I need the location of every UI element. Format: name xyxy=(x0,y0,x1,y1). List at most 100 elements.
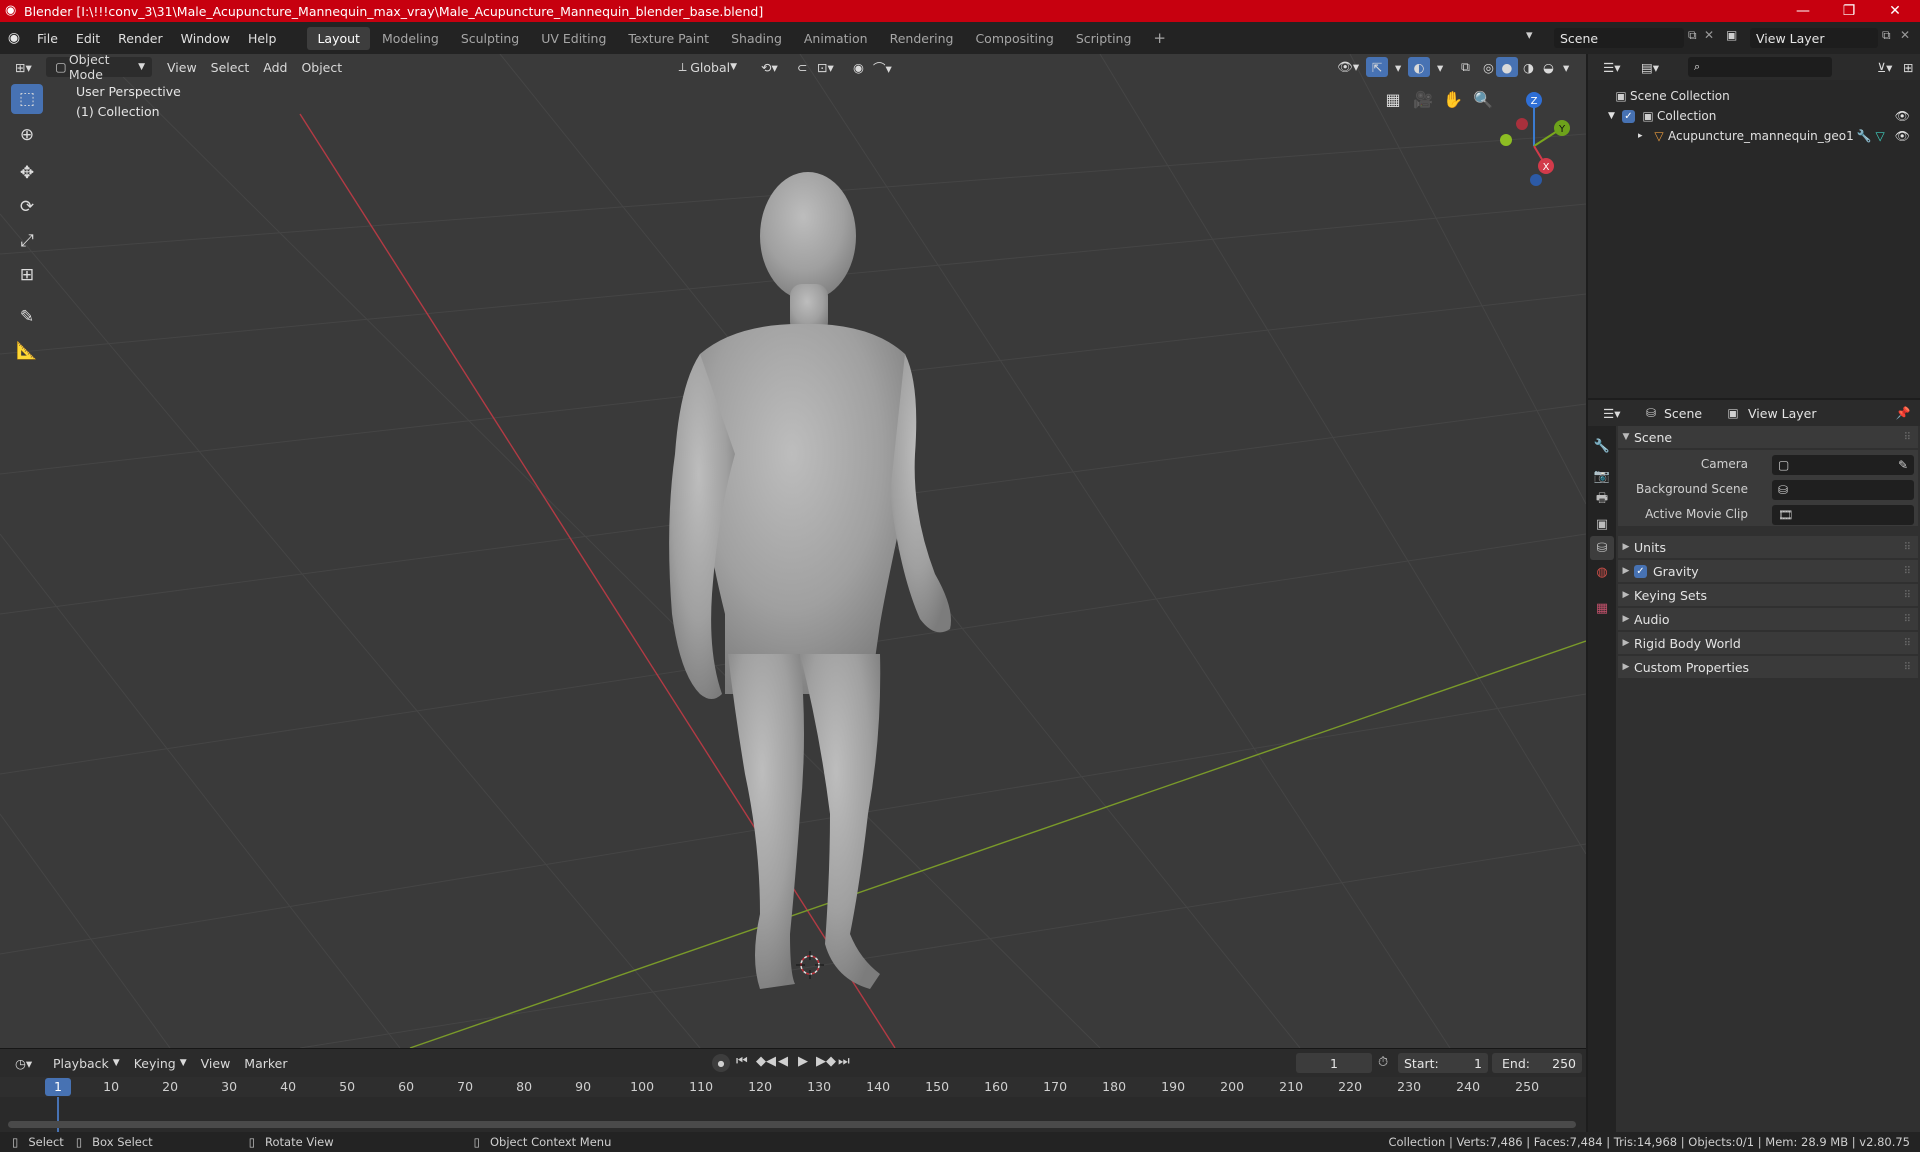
pin-icon[interactable]: 📌 xyxy=(1894,404,1912,422)
current-frame-field[interactable]: 1 xyxy=(1296,1053,1372,1073)
render-tab-icon[interactable]: 📷 xyxy=(1590,464,1614,488)
scene-field[interactable]: Scene xyxy=(1554,28,1684,48)
drag-handle-icon[interactable]: ⠿ xyxy=(1904,638,1912,649)
timeline-menu-keying[interactable]: Keying ▼ xyxy=(127,1053,194,1073)
timeline-menu-marker[interactable]: Marker xyxy=(237,1053,294,1073)
outliner-row-object[interactable]: ▸ ▽ Acupuncture_mannequin_geo1 🔧 ▽ 👁 xyxy=(1588,126,1920,146)
texture-tab-icon[interactable]: ▦ xyxy=(1590,596,1614,620)
breadcrumb-scene[interactable]: Scene xyxy=(1664,406,1702,421)
menu-window[interactable]: Window xyxy=(172,31,239,46)
tab-layout[interactable]: Layout xyxy=(307,26,370,50)
axis-navigation-gizmo[interactable]: Z Y X xyxy=(1490,84,1586,194)
tab-shading[interactable]: Shading xyxy=(721,27,792,50)
gizmo-toggle-icon[interactable]: ⇱ xyxy=(1366,57,1388,77)
modifier-icon[interactable]: 🔧 xyxy=(1857,129,1872,143)
record-button[interactable]: ● xyxy=(712,1054,730,1072)
end-frame-field[interactable]: End: 250 xyxy=(1492,1053,1582,1073)
select-tool-icon[interactable]: ⬚ xyxy=(11,84,43,114)
proportional-falloff-icon[interactable]: ⌒▾ xyxy=(866,57,899,77)
close-button[interactable]: ✕ xyxy=(1872,0,1918,22)
move-tool-icon[interactable]: ✥ xyxy=(11,158,43,188)
background-scene-field[interactable]: ⛁ xyxy=(1772,480,1914,500)
gravity-checkbox[interactable]: ✓ xyxy=(1634,564,1647,578)
menu-edit[interactable]: Edit xyxy=(67,31,109,46)
new-collection-icon[interactable]: ⊞ xyxy=(1896,57,1920,77)
timeline-scrollbar[interactable] xyxy=(8,1121,1576,1128)
gravity-panel[interactable]: ▶ ✓ Gravity ⠿ xyxy=(1618,560,1918,582)
annotate-tool-icon[interactable]: ✎ xyxy=(11,302,43,332)
scale-tool-icon[interactable]: ⤢ xyxy=(11,226,43,256)
tab-texture-paint[interactable]: Texture Paint xyxy=(618,27,719,50)
rotate-tool-icon[interactable]: ⟳ xyxy=(11,192,43,222)
rigid-body-world-panel[interactable]: ▶ Rigid Body World ⠿ xyxy=(1618,632,1918,654)
audio-panel[interactable]: ▶ Audio ⠿ xyxy=(1618,608,1918,630)
viewport-menu-view[interactable]: View xyxy=(160,57,204,77)
outliner-row-scene-collection[interactable]: ▣ Scene Collection xyxy=(1588,86,1920,106)
play-reverse-icon[interactable]: ◀ xyxy=(778,1054,788,1069)
shading-dropdown-icon[interactable]: ▾ xyxy=(1556,57,1576,77)
minimize-button[interactable]: — xyxy=(1780,0,1826,22)
maximize-button[interactable]: ❐ xyxy=(1826,0,1872,22)
tab-animation[interactable]: Animation xyxy=(794,27,878,50)
expand-arrow-icon[interactable]: ▸ xyxy=(1638,131,1650,141)
toggle-grid-view-icon[interactable]: ▦ xyxy=(1380,86,1406,112)
drag-handle-icon[interactable]: ⠿ xyxy=(1904,566,1912,577)
scene-selector-icon[interactable]: ▾ xyxy=(1526,28,1533,43)
jump-start-icon[interactable]: ⏮ xyxy=(736,1054,748,1069)
drag-handle-icon[interactable]: ⠿ xyxy=(1904,432,1912,443)
drag-handle-icon[interactable]: ⠿ xyxy=(1904,614,1912,625)
custom-properties-panel[interactable]: ▶ Custom Properties ⠿ xyxy=(1618,656,1918,678)
timeline-editor-type-icon[interactable]: ◷▾ xyxy=(8,1053,42,1073)
tab-rendering[interactable]: Rendering xyxy=(880,27,964,50)
viewport-menu-select[interactable]: Select xyxy=(204,57,257,77)
transform-orientation-selector[interactable]: ⟂ Global ▼ xyxy=(668,57,744,77)
transform-tool-icon[interactable]: ⊞ xyxy=(11,260,43,290)
display-mode-icon[interactable]: ▤▾ xyxy=(1634,57,1666,77)
timeline-menu-playback[interactable]: Playback ▼ xyxy=(46,1053,127,1073)
expand-arrow-icon[interactable]: ▼ xyxy=(1608,111,1620,121)
prev-keyframe-icon[interactable]: ◆◀ xyxy=(756,1054,776,1069)
current-frame-indicator[interactable]: 1 xyxy=(45,1078,71,1096)
remove-view-layer-icon[interactable]: ✕ xyxy=(1900,28,1910,42)
scene-properties-tab-icon[interactable]: ⛁ xyxy=(1590,536,1614,560)
visibility-icon[interactable]: 👁▾ xyxy=(1330,57,1366,77)
tab-scripting[interactable]: Scripting xyxy=(1066,27,1142,50)
view-layer-tab-icon[interactable]: ▣ xyxy=(1590,512,1614,536)
tool-tab-icon[interactable]: 🔧 xyxy=(1590,434,1614,458)
new-scene-icon[interactable]: ⧉ xyxy=(1688,28,1697,43)
scene-panel-header[interactable]: ▼ Scene ⠿ xyxy=(1618,426,1918,448)
snap-target-icon[interactable]: ⊡▾ xyxy=(810,57,841,77)
mode-selector[interactable]: ▢ Object Mode ▼ xyxy=(46,54,152,82)
tab-sculpting[interactable]: Sculpting xyxy=(451,27,529,50)
overlays-dropdown-icon[interactable]: ▾ xyxy=(1430,57,1450,77)
remove-scene-icon[interactable]: ✕ xyxy=(1704,28,1714,42)
eye-icon[interactable]: 👁 xyxy=(1895,109,1910,123)
solid-shading-icon[interactable]: ● xyxy=(1496,57,1518,77)
exclude-checkbox[interactable]: ✓ xyxy=(1622,109,1635,123)
output-tab-icon[interactable]: 🖶 xyxy=(1590,488,1614,512)
breadcrumb-view-layer[interactable]: View Layer xyxy=(1748,406,1817,421)
pivot-point-icon[interactable]: ⟲▾ xyxy=(754,57,785,77)
eye-icon[interactable]: 👁 xyxy=(1895,129,1910,143)
timeline-menu-view[interactable]: View xyxy=(194,1053,238,1073)
units-panel[interactable]: ▶ Units ⠿ xyxy=(1618,536,1918,558)
tab-compositing[interactable]: Compositing xyxy=(965,27,1063,50)
properties-editor-type-icon[interactable]: ☰▾ xyxy=(1596,403,1627,423)
keying-sets-panel[interactable]: ▶ Keying Sets ⠿ xyxy=(1618,584,1918,606)
active-movie-clip-field[interactable]: 🎞 xyxy=(1772,505,1914,525)
drag-handle-icon[interactable]: ⠿ xyxy=(1904,590,1912,601)
add-workspace-button[interactable]: + xyxy=(1143,25,1176,51)
jump-end-icon[interactable]: ⏭ xyxy=(838,1054,850,1069)
outliner-editor-type-icon[interactable]: ☰▾ xyxy=(1596,57,1627,77)
preview-range-icon[interactable]: ⏱ xyxy=(1378,1055,1388,1070)
menu-help[interactable]: Help xyxy=(239,31,286,46)
timeline-ruler[interactable]: 1 10 20 30 40 50 60 70 80 90 100 110 120 130 140 150 16… xyxy=(0,1077,1586,1097)
drag-handle-icon[interactable]: ⠿ xyxy=(1904,662,1912,673)
outliner-search-input[interactable]: ⌕ xyxy=(1688,57,1832,77)
viewport-menu-add[interactable]: Add xyxy=(256,57,294,77)
editor-type-icon[interactable]: ⊞▾ xyxy=(8,57,42,77)
3d-viewport[interactable]: ⊞▾ ▢ Object Mode ▼ View Select Add Objec… xyxy=(0,54,1586,1048)
play-icon[interactable]: ▶ xyxy=(798,1054,808,1069)
camera-field[interactable]: ▢ ✎ xyxy=(1772,455,1914,475)
xray-toggle-icon[interactable]: ⧉ xyxy=(1454,57,1477,77)
